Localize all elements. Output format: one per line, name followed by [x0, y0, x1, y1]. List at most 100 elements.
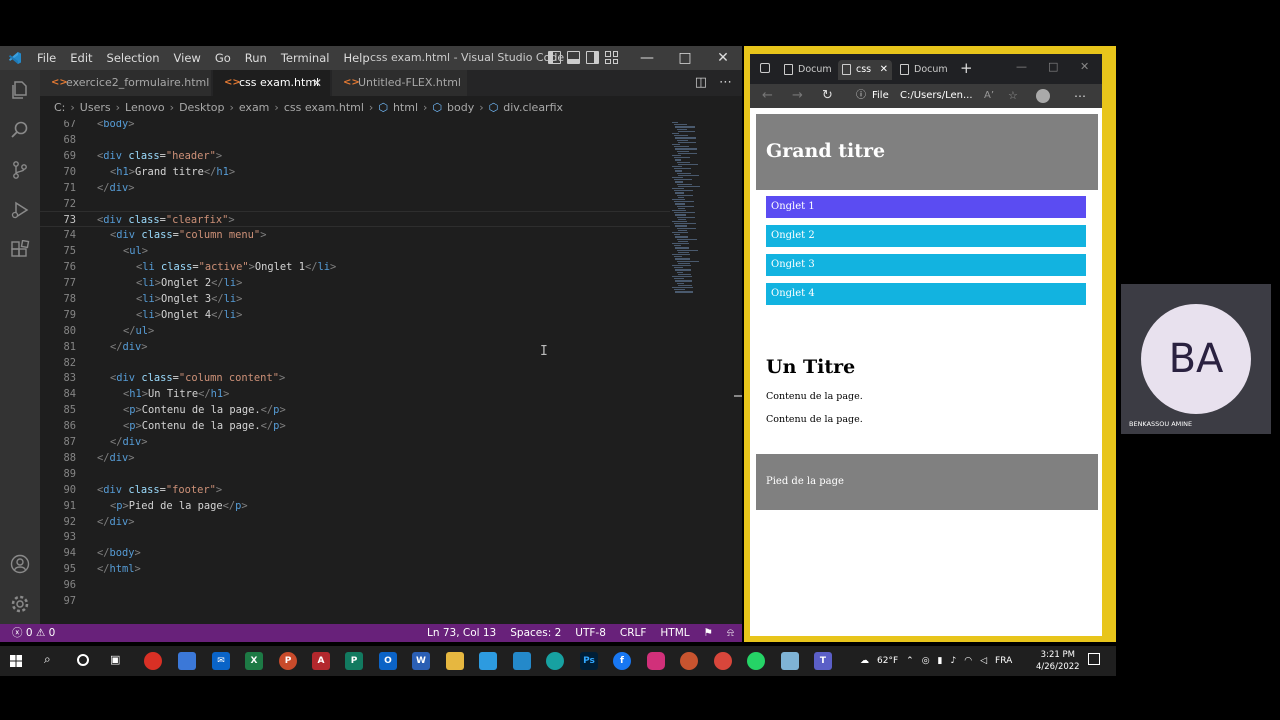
code-line[interactable]: 91 <p>Pied de la page</p>: [40, 498, 670, 514]
code-line[interactable]: 95 </html>: [40, 561, 670, 577]
code-line[interactable]: 93: [40, 529, 670, 545]
breadcrumb-item[interactable]: Lenovo: [125, 98, 165, 118]
code-line[interactable]: 85 <p>Contenu de la page.</p>: [40, 402, 670, 418]
more-actions-icon[interactable]: ⋯: [719, 70, 732, 96]
minimap[interactable]: [670, 120, 730, 300]
vscode-taskbar-icon[interactable]: [513, 652, 531, 670]
run-debug-icon[interactable]: [10, 200, 30, 220]
breadcrumb-item[interactable]: html: [393, 98, 418, 118]
tab-actions-icon[interactable]: [760, 63, 770, 73]
code-line[interactable]: 78 <li>Onglet 3</li>: [40, 291, 670, 307]
code-line[interactable]: 90 <div class="footer">: [40, 482, 670, 498]
search-icon[interactable]: [10, 120, 30, 140]
store-icon[interactable]: [178, 652, 196, 670]
explorer-icon[interactable]: [10, 80, 30, 100]
code-line[interactable]: 74 <div class="column menu">: [40, 227, 670, 243]
menu-item-onglet-4[interactable]: Onglet 4: [766, 283, 1086, 305]
eol-status[interactable]: CRLF: [620, 624, 647, 642]
breadcrumb-item[interactable]: C:: [54, 98, 65, 118]
tab-untitled-flex[interactable]: <> Untitled-FLEX.html: [332, 70, 468, 96]
menu-selection[interactable]: Selection: [100, 46, 167, 70]
photoshop-icon[interactable]: Ps: [580, 652, 598, 670]
acrobat-icon[interactable]: A: [312, 652, 330, 670]
tab-exercice2-formulaire[interactable]: <> exercice2_formulaire.html: [40, 70, 212, 96]
browser-tab-3[interactable]: Docum: [896, 60, 956, 80]
code-line[interactable]: 73 <div class="clearfix">: [40, 211, 670, 228]
code-line[interactable]: 70 <h1>Grand titre</h1>: [40, 164, 670, 180]
breadcrumb-item[interactable]: div.clearfix: [503, 98, 563, 118]
close-window-button[interactable]: ✕: [704, 46, 742, 70]
powerpoint-icon[interactable]: P: [279, 652, 297, 670]
accounts-icon[interactable]: [10, 554, 30, 574]
breadcrumb-item[interactable]: exam: [239, 98, 270, 118]
search-icon[interactable]: ⌕: [44, 652, 51, 667]
breadcrumb-item[interactable]: body: [447, 98, 474, 118]
chrome-icon[interactable]: [144, 652, 162, 670]
chrome-app-icon[interactable]: [714, 652, 732, 670]
browser-close-button[interactable]: ✕: [1080, 60, 1089, 73]
browser-maximize-button[interactable]: □: [1048, 60, 1058, 73]
menu-item-onglet-1[interactable]: Onglet 1: [766, 196, 1086, 218]
code-line[interactable]: 75 <ul>: [40, 243, 670, 259]
task-view-icon[interactable]: ▣: [110, 653, 120, 666]
extensions-icon[interactable]: [10, 239, 30, 260]
code-line[interactable]: 68: [40, 132, 670, 148]
menu-terminal[interactable]: Terminal: [274, 46, 337, 70]
close-tab-icon[interactable]: ✕: [880, 60, 888, 80]
toggle-sidebar-icon[interactable]: [548, 51, 561, 64]
maximize-button[interactable]: □: [666, 46, 704, 70]
editor-scrollbar[interactable]: [732, 120, 742, 624]
browser-tab-1[interactable]: Docum: [780, 60, 836, 80]
menu-item-onglet-2[interactable]: Onglet 2: [766, 225, 1086, 247]
windows-start-icon[interactable]: [10, 655, 22, 667]
browser-tab-active[interactable]: css ✕: [838, 60, 892, 80]
code-line[interactable]: 97: [40, 593, 670, 609]
info-icon[interactable]: ⓘ: [856, 84, 866, 108]
favorite-star-icon[interactable]: ☆: [1008, 84, 1018, 108]
code-line[interactable]: 67 <body>: [40, 120, 670, 132]
cursor-position[interactable]: Ln 73, Col 13: [427, 624, 496, 642]
battery-icon[interactable]: ▮: [938, 656, 943, 666]
code-line[interactable]: 72: [40, 196, 670, 212]
code-line[interactable]: 83 <div class="column content">: [40, 370, 670, 386]
menu-run[interactable]: Run: [238, 46, 274, 70]
code-line[interactable]: 76 <li class="active">Onglet 1</li>: [40, 259, 670, 275]
instagram-icon[interactable]: [647, 652, 665, 670]
split-editor-icon[interactable]: ◫: [695, 70, 707, 96]
code-line[interactable]: 71 </div>: [40, 180, 670, 196]
code-line[interactable]: 79 <li>Onglet 4</li>: [40, 307, 670, 323]
taskbar-clock[interactable]: 3:21 PM 4/26/2022: [1036, 649, 1080, 673]
notepad-icon[interactable]: [781, 652, 799, 670]
code-line[interactable]: 87 </div>: [40, 434, 670, 450]
code-line[interactable]: 77 <li>Onglet 2</li>: [40, 275, 670, 291]
minimize-button[interactable]: —: [628, 46, 666, 70]
new-tab-button[interactable]: +: [960, 59, 973, 77]
code-line[interactable]: 94 </body>: [40, 545, 670, 561]
excel-icon[interactable]: X: [245, 652, 263, 670]
menu-edit[interactable]: Edit: [63, 46, 99, 70]
read-aloud-icon[interactable]: A’: [984, 84, 994, 108]
tray-chevron-icon[interactable]: ⌃: [906, 656, 914, 666]
code-line[interactable]: 88 </div>: [40, 450, 670, 466]
toggle-secondary-sidebar-icon[interactable]: [586, 51, 599, 64]
problems-status[interactable]: ⓧ 0 ⚠ 0: [12, 624, 55, 642]
code-line[interactable]: 80 </ul>: [40, 323, 670, 339]
forward-arrow-icon[interactable]: →: [792, 84, 803, 108]
publisher-icon[interactable]: P: [345, 652, 363, 670]
code-line[interactable]: 84 <h1>Un Titre</h1>: [40, 386, 670, 402]
wifi-icon[interactable]: ◠: [964, 656, 972, 666]
code-line[interactable]: 81 </div>: [40, 339, 670, 355]
menu-view[interactable]: View: [167, 46, 208, 70]
chrome-profile-icon[interactable]: [680, 652, 698, 670]
manage-gear-icon[interactable]: [10, 594, 30, 614]
menu-file[interactable]: File: [30, 46, 63, 70]
speaker-icon[interactable]: ◁: [980, 656, 987, 666]
notification-center-icon[interactable]: [1088, 653, 1100, 665]
volume-icon[interactable]: ♪: [951, 656, 957, 666]
network-icon[interactable]: ◎: [922, 656, 930, 666]
code-line[interactable]: 92 </div>: [40, 514, 670, 530]
customize-layout-icon[interactable]: [605, 51, 618, 64]
close-tab-icon[interactable]: ✕: [312, 70, 322, 96]
browser-menu-icon[interactable]: ⋯: [1074, 84, 1086, 108]
code-line[interactable]: 89: [40, 466, 670, 482]
